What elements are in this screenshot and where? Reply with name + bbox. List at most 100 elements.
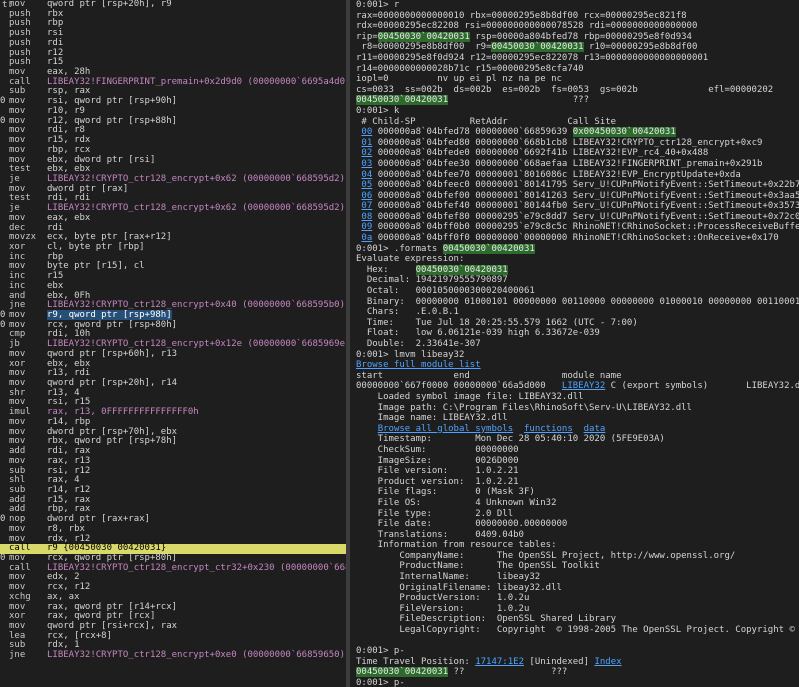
call-site: Serv_U!CUPnPNotifyEvent::SetTimeout+0x72…: [572, 211, 799, 222]
functions-link[interactable]: functions: [524, 424, 573, 434]
text: cs=0033 ss=002b ds=002b es=002b fs=0053 …: [356, 84, 774, 95]
prompt-line: 0:001> lmvm libeay32: [350, 350, 799, 361]
highlighted-operands: r9, qword ptr [rsp+98h]: [47, 310, 172, 320]
frame-number-link[interactable]: 08: [361, 212, 372, 222]
text: [513, 424, 524, 434]
module-property: CheckSum: 00000000: [350, 445, 799, 456]
data-link[interactable]: data: [584, 424, 606, 434]
stack-frame-row[interactable]: 02 000000a8`04bfede0 00000000`6692f41b L…: [350, 148, 799, 159]
call-site: 0x00450030`00420031: [572, 127, 676, 138]
format-value: 0001050000300020400061: [415, 286, 535, 297]
text: Timestamp: Mon Dec 28 05:40:10 2020 (5FE…: [356, 434, 665, 445]
text: CompanyName: The OpenSSL Project, http:/…: [356, 550, 736, 561]
module-property: File flags: 0 (Mask 3F): [350, 487, 799, 498]
child-sp: 000000a8`04bfef40: [377, 201, 470, 212]
disassembly-pane[interactable]: mov qword ptr [rsp+20h], r9 push rbx push rbp…: [0, 0, 346, 687]
disasm-row[interactable]: jne LIBEAY32!CRYPTO_ctr128_encrypt+0xe0 (…: [0, 650, 346, 661]
link-line: Browse all global symbols functions data: [350, 424, 799, 435]
row-marker: 0: [0, 96, 6, 107]
stack-frame-row[interactable]: 05 000000a8`04bfeec0 00000001`80141795 S…: [350, 180, 799, 191]
prompt-line: 0:001> p-: [350, 646, 799, 657]
link-line: Browse full module list: [350, 360, 799, 371]
frame-number-link[interactable]: 01: [361, 138, 372, 148]
text: Product version: 1.0.2.21: [356, 476, 519, 487]
frame-number-link[interactable]: 04: [361, 170, 372, 180]
index-link[interactable]: Index: [594, 657, 621, 667]
format-value: 2.33641e-307: [415, 339, 481, 349]
operands: LIBEAY32!CRYPTO_ctr128_encrypt+0x62 (000…: [47, 203, 346, 214]
frame-number-link[interactable]: 07: [361, 201, 372, 211]
register-line: r11=00000295e8f0d924 r12=00000295ec82207…: [350, 53, 799, 64]
text: rsp=00000a804bfed78 rbp=00000295e8f0d934: [475, 31, 692, 42]
call-site: Serv_U!CUPnPNotifyEvent::SetTimeout+0x3a…: [572, 190, 799, 201]
frame-number-link[interactable]: 09: [361, 222, 372, 232]
text: C (export symbols) LIBEAY32.dll: [605, 381, 799, 392]
register-line: rip=00450030`00420031 rsp=00000a804bfed7…: [350, 31, 799, 43]
frame-number-link[interactable]: 06: [361, 191, 372, 201]
format-row: Hex: 00450030`00420031: [350, 264, 799, 276]
faulting-address: 00450030`00420031: [356, 95, 449, 106]
register-line: rax=0000000000000010 rbx=00000295e8b8df0…: [350, 11, 799, 22]
module-info: Image name: LIBEAY32.dll: [350, 413, 799, 424]
text: FileDescription: OpenSSL Shared Library: [356, 614, 617, 625]
text: 0:001> .formats: [356, 243, 443, 254]
stack-frame-row[interactable]: 03 000000a8`04bfee30 00000000`668aefaa L…: [350, 159, 799, 170]
format-value: Tue Jul 18 20:25:55.579 1662 (UTC - 7:00…: [415, 317, 638, 328]
child-sp: 000000a8`04bff0b0: [377, 222, 470, 233]
text: CheckSum: 00000000: [356, 444, 519, 455]
ret-addr: 00000000`668b1cb8: [475, 137, 568, 148]
browse-full-module-list-link[interactable]: Browse full module list: [356, 360, 481, 370]
row-marker: 0: [0, 552, 6, 563]
text: ???: [448, 95, 590, 106]
module-property: File type: 2.0 Dll: [350, 509, 799, 520]
stack-frame-row[interactable]: 08 000000a8`04bfef80 00000295`e79c8dd7 S…: [350, 212, 799, 223]
child-sp: 000000a8`04bff0f0: [377, 233, 470, 244]
module-property: FileDescription: OpenSSL Shared Library: [350, 614, 799, 625]
module-property: Information from resource tables:: [350, 540, 799, 551]
text: 0:001> p-: [356, 646, 405, 657]
tt-position-link[interactable]: 17147:1E2: [475, 657, 524, 667]
address-line: 00450030`00420031 ???: [350, 95, 799, 106]
module-property: LegalCopyright: Copyright © 1998-2005 Th…: [350, 625, 799, 636]
text: 0:001> r: [356, 0, 400, 10]
stack-frame-row[interactable]: 07 000000a8`04bfef40 00000001`80144fb0 S…: [350, 201, 799, 212]
text: Image path: C:\Program Files\RhinoSoft\S…: [356, 402, 692, 413]
rip-value: 00450030`00420031: [377, 31, 470, 42]
ret-addr: 00000295`e79c8c5c: [475, 222, 568, 233]
stack-frame-row[interactable]: 06 000000a8`04bfef00 00000001`80141263 S…: [350, 191, 799, 202]
frame-number-link[interactable]: 0a: [361, 233, 372, 243]
stack-frame-row[interactable]: 04 000000a8`04bfee70 00000001`8016086c L…: [350, 170, 799, 181]
stack-frame-row[interactable]: 00 000000a8`04bfed78 00000000`66859639 0…: [350, 127, 799, 138]
module-info: Image path: C:\Program Files\RhinoSoft\S…: [350, 403, 799, 414]
format-row: Chars: .E.0.B.1: [350, 307, 799, 318]
ret-addr: 00000001`80141263: [475, 190, 568, 201]
text: ?? ???: [448, 667, 568, 678]
module-property: ImageSize: 0026D000: [350, 456, 799, 467]
text: Image name: LIBEAY32.dll: [356, 413, 508, 424]
frame-number-link[interactable]: 00: [361, 127, 372, 137]
ret-addr: 00000295`e79c8dd7: [475, 211, 568, 222]
ret-addr: 00000000`66859639: [475, 127, 568, 138]
browse-global-symbols-link[interactable]: Browse all global symbols: [378, 424, 513, 434]
module-property: FileVersion: 1.0.2u: [350, 604, 799, 615]
format-value: .E.0.B.1: [415, 307, 459, 318]
stack-frame-row[interactable]: 01 000000a8`04bfed80 00000000`668b1cb8 L…: [350, 138, 799, 149]
frame-number-link[interactable]: 05: [361, 180, 372, 190]
format-row: Double: 2.33641e-307: [350, 339, 799, 350]
child-sp: 000000a8`04bfeec0: [377, 180, 470, 191]
address-line: 00450030`00420031 ?? ???: [350, 667, 799, 678]
call-site: RhinoNET!CRhinoSocket::OnReceive+0x170: [572, 233, 779, 244]
module-row: 00000000`667f0000 00000000`66a5d000 LIBE…: [350, 381, 799, 392]
mnemonic: jne: [9, 650, 26, 661]
text: 00000000`667f0000 00000000`66a5d000: [356, 381, 562, 392]
immediate-operands: rax, r13, 0FFFFFFFFFFFFFFF0h: [47, 407, 199, 418]
text: InternalName: libeay32: [356, 572, 541, 583]
prompt-line: 0:001> r: [350, 0, 799, 11]
prompt-line: 0:001> k: [350, 106, 799, 117]
stack-frame-row[interactable]: 0a 000000a8`04bff0f0 00000000`00000000 R…: [350, 233, 799, 244]
frame-number-link[interactable]: 02: [361, 148, 372, 158]
module-name-link[interactable]: LIBEAY32: [562, 381, 605, 391]
command-output-pane[interactable]: 0:001> r rax=0000000000000010 rbx=0000029…: [350, 0, 799, 687]
frame-number-link[interactable]: 03: [361, 159, 372, 169]
stack-frame-row[interactable]: 09 000000a8`04bff0b0 00000295`e79c8c5c R…: [350, 222, 799, 233]
